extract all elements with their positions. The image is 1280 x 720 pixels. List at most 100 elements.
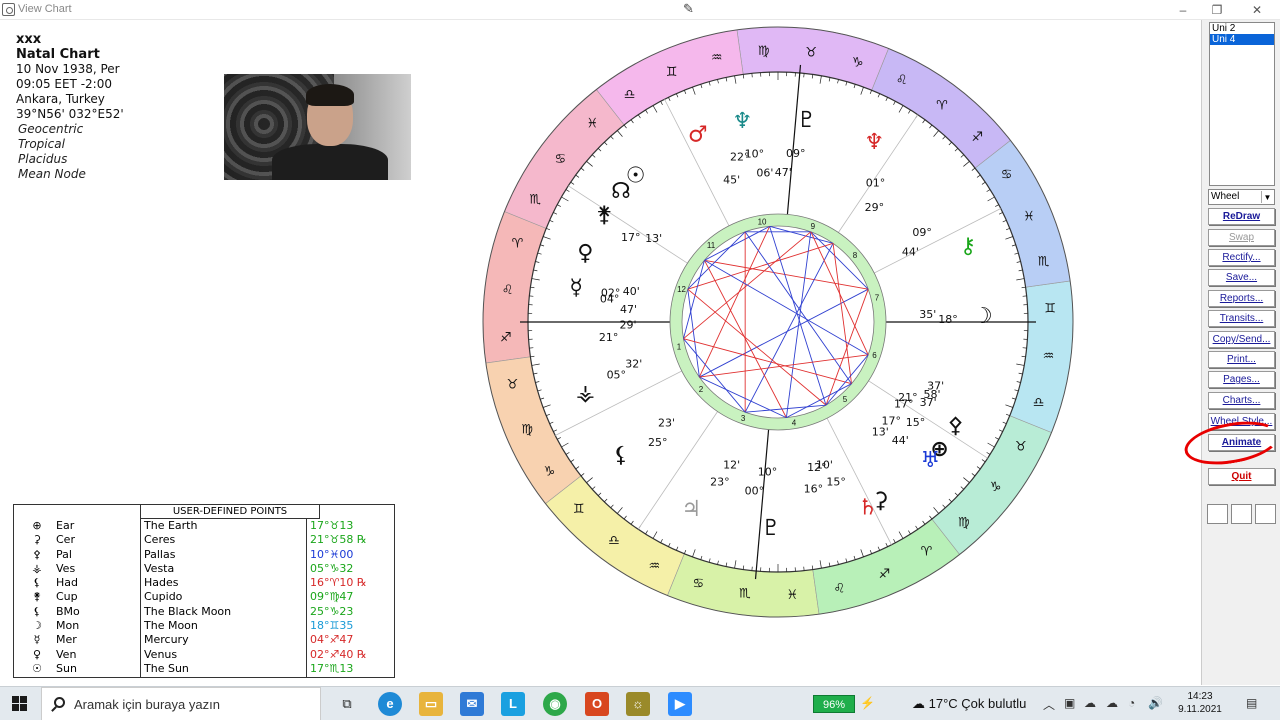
weather-widget[interactable]: ☁ 17°C Çok bulutlu (912, 696, 1026, 712)
view-select[interactable]: Wheel ▼ (1208, 189, 1275, 205)
print-button[interactable]: Print... (1208, 351, 1275, 368)
udp-glyph-icon: ⚸ (32, 604, 42, 618)
udp-position: 02°♐40 ℞ (310, 647, 367, 661)
house-number: 6 (872, 351, 877, 360)
volume-icon[interactable]: 🔊 (1148, 696, 1163, 710)
planet-glyph-icon: ♆ (864, 130, 884, 155)
udp-abbr: Mer (56, 633, 77, 647)
chevron-up-icon[interactable]: ︿ (1043, 696, 1055, 713)
degree-label: 45' (723, 173, 740, 186)
printer-icon[interactable] (1231, 504, 1252, 524)
udp-name: The Earth (144, 519, 198, 532)
udp-name: The Black Moon (144, 604, 232, 618)
taskbar-search[interactable]: Aramak için buraya yazın (41, 687, 321, 720)
zodiac-sign-icon: ♓ (786, 588, 798, 603)
zodiac-sign-icon: ♎ (1033, 396, 1045, 411)
degree-label: 15° (906, 416, 926, 429)
save-button[interactable]: Save... (1208, 269, 1275, 286)
app-l-icon[interactable]: L (501, 692, 525, 716)
monitor-icon[interactable] (1207, 504, 1228, 524)
udp-glyph-icon: ⊕ (32, 519, 42, 532)
degree-label: 21° (599, 331, 619, 344)
notifications-icon[interactable]: ▤ (1246, 696, 1257, 710)
udp-position: 04°♐47 (310, 633, 354, 647)
onedrive-icon[interactable]: ☁ (1106, 696, 1118, 710)
planet-glyph-icon: ♆ (733, 109, 753, 134)
planet-glyph-icon: ⚵ (596, 202, 612, 227)
pages-button[interactable]: Pages... (1208, 371, 1275, 388)
degree-label: 16° (804, 482, 824, 495)
house-number: 9 (811, 222, 816, 231)
cloud-icon[interactable]: ☁ (1084, 696, 1096, 710)
task-view-icon[interactable]: ⧉ (335, 692, 359, 716)
battery-indicator[interactable]: 96% (813, 695, 855, 713)
chart-place: Ankara, Turkey (16, 92, 105, 106)
udp-row: ♀ Ven Venus 02°♐40 ℞ (14, 648, 394, 662)
chart-option: Geocentric (18, 122, 84, 136)
udp-abbr: BMo (56, 604, 80, 618)
rectify-button[interactable]: Rectify... (1208, 249, 1275, 266)
weather-text: 17°C Çok bulutlu (928, 696, 1027, 711)
degree-label: 09° (912, 226, 932, 239)
house-number: 3 (741, 414, 746, 423)
degree-label: 47' (620, 303, 637, 316)
house-number: 10 (758, 217, 767, 226)
chart-type: Natal Chart (16, 47, 100, 62)
side-panel: Uni 2 Uni 4 Wheel ▼ ReDraw Swap Rectify...… (1201, 20, 1280, 685)
udp-position: 10°♓00 (310, 547, 354, 561)
zodiac-sign-icon: ♑ (852, 55, 864, 70)
planet-glyph-icon: ⚸ (613, 443, 629, 468)
charts-button[interactable]: Charts... (1208, 392, 1275, 409)
house-number: 1 (677, 343, 682, 352)
image-icon[interactable] (1255, 504, 1276, 524)
copy-send-button[interactable]: Copy/Send... (1208, 331, 1275, 348)
minimize-button[interactable]: – (1166, 0, 1200, 20)
edge-icon[interactable]: e (378, 692, 402, 716)
wifi-icon[interactable]: ◔ (1128, 696, 1135, 710)
tray-icon[interactable]: ▣ (1064, 696, 1075, 710)
clock[interactable]: 14:23 9.11.2021 (1176, 690, 1224, 716)
taskbar: Aramak için buraya yazın ⧉ e ▭ ✉ L ◉ O ☼… (0, 686, 1280, 720)
zoom-icon[interactable]: ▶ (668, 692, 692, 716)
house-number: 12 (677, 285, 686, 294)
office-icon[interactable]: O (585, 692, 609, 716)
udp-abbr: Cer (56, 533, 75, 547)
maximize-button[interactable]: ❐ (1200, 0, 1234, 20)
close-button[interactable]: ✕ (1240, 0, 1274, 20)
view-select-value: Wheel (1211, 191, 1240, 202)
udp-position: 17°♏13 (310, 661, 354, 675)
udp-name: Vesta (144, 561, 175, 575)
file-explorer-icon[interactable]: ▭ (419, 692, 443, 716)
chart-option: Placidus (18, 152, 68, 166)
astrology-app-icon[interactable]: ☼ (626, 692, 650, 716)
zodiac-sign-icon: ♊ (573, 502, 585, 517)
udp-glyph-icon: ⚶ (32, 561, 42, 575)
udp-row: ⚵ Cup Cupido 09°♍47 (14, 590, 394, 604)
degree-label: 12' (723, 459, 740, 472)
redraw-button[interactable]: ReDraw (1208, 208, 1275, 225)
pen-cursor-icon: ✎ (683, 1, 694, 16)
quit-button[interactable]: Quit (1208, 468, 1275, 485)
reports-button[interactable]: Reports... (1208, 290, 1275, 307)
transits-button[interactable]: Transits... (1208, 310, 1275, 327)
planet-glyph-icon: ♃ (681, 497, 701, 522)
webcam-overlay (224, 74, 411, 180)
swap-button[interactable]: Swap (1208, 229, 1275, 246)
zodiac-sign-icon: ♉ (507, 377, 519, 392)
universe-item-selected[interactable]: Uni 4 (1210, 34, 1274, 45)
udp-name: Ceres (144, 533, 176, 547)
mail-icon[interactable]: ✉ (460, 692, 484, 716)
degree-label: 23° (710, 476, 730, 489)
universe-item[interactable]: Uni 2 (1210, 23, 1274, 34)
udp-row: ⚳ Cer Ceres 21°♉58 ℞ (14, 533, 394, 547)
zodiac-sign-icon: ♑ (544, 464, 556, 479)
chrome-icon[interactable]: ◉ (543, 692, 567, 716)
windows-start-icon[interactable] (12, 696, 28, 712)
udp-position: 09°♍47 (310, 590, 354, 604)
universe-list[interactable]: Uni 2 Uni 4 (1209, 22, 1275, 186)
udp-glyph-icon: ⚵ (32, 590, 42, 604)
planet-glyph-icon: ♇ (797, 108, 817, 133)
zodiac-sign-icon: ♓ (586, 117, 598, 132)
chevron-down-icon[interactable]: ▼ (1261, 191, 1273, 203)
planet-glyph-icon: ☉ (626, 164, 646, 189)
